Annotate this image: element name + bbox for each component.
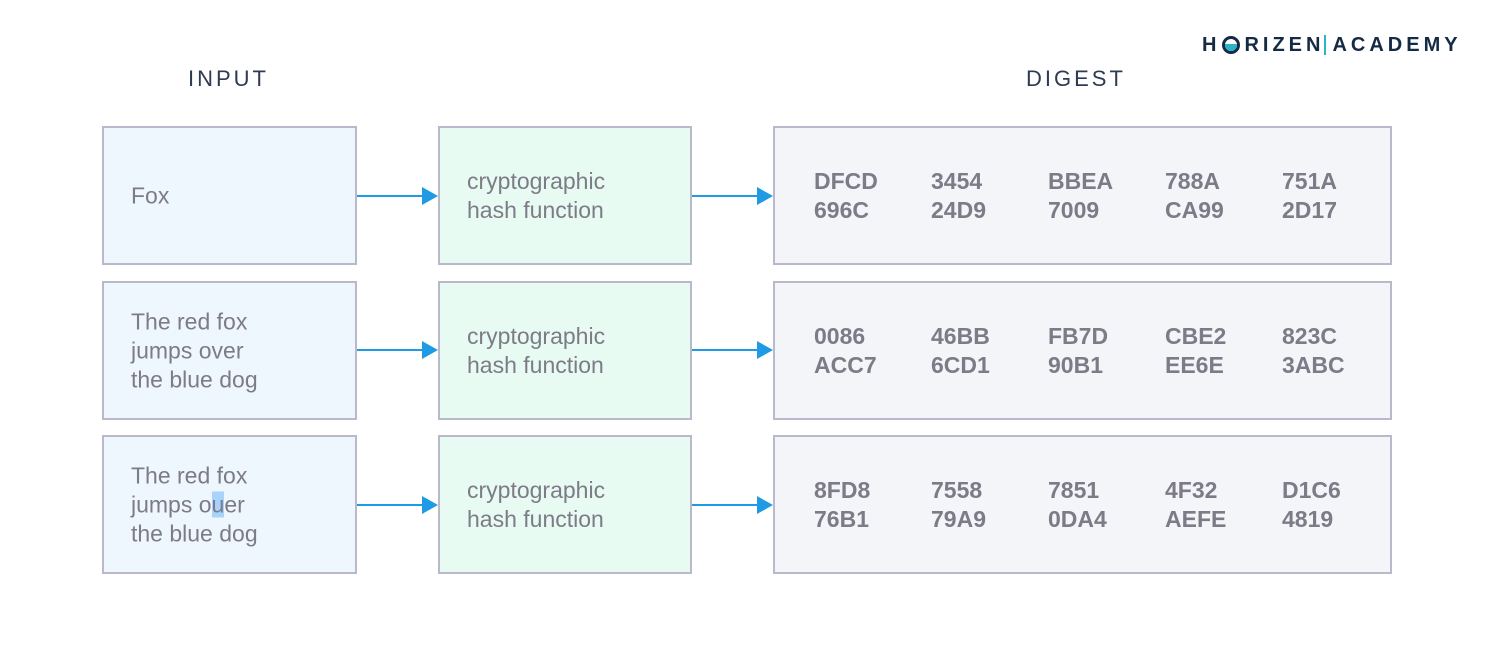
digest-group: BBEA 7009 (1048, 167, 1114, 223)
arrow-icon (692, 187, 773, 205)
input-line: the blue dog (131, 366, 258, 392)
logo-academy: ACADEMY (1332, 33, 1462, 56)
logo-o-icon (1222, 36, 1241, 54)
function-line: cryptographic (467, 322, 606, 349)
logo-separator (1324, 35, 1327, 55)
function-line: cryptographic (467, 167, 606, 194)
function-text: cryptographic hash function (467, 322, 605, 380)
digest-group: 46BB 6CD1 (931, 322, 990, 378)
digest-group: 788A CA99 (1165, 167, 1224, 223)
digest-box: DFCD 696C 3454 24D9 BBEA 7009 788A CA99 751A… (773, 126, 1392, 265)
input-box: The red fox jumps over the blue dog (102, 281, 357, 420)
horizen-academy-logo: H RIZEN ACADEMY (1202, 33, 1462, 57)
digest-group: DFCD 696C (814, 167, 878, 223)
digest-group: D1C6 4819 (1282, 476, 1341, 532)
function-line: hash function (467, 351, 604, 378)
function-text: cryptographic hash function (467, 476, 605, 534)
input-line: the blue dog (131, 520, 258, 546)
function-text: cryptographic hash function (467, 167, 605, 225)
digest-group: 8FD8 76B1 (814, 476, 871, 532)
digest-group: 7851 0DA4 (1048, 476, 1107, 532)
input-line: The red fox (131, 308, 248, 334)
arrow-icon (692, 496, 773, 514)
function-line: hash function (467, 505, 604, 532)
function-line: hash function (467, 196, 604, 223)
input-text: The red fox jumps ouer the blue dog (131, 461, 258, 548)
digest-group: 751A 2D17 (1282, 167, 1337, 223)
digest-group: 823C 3ABC (1282, 322, 1345, 378)
input-line: Fox (131, 182, 170, 208)
hash-function-box: cryptographic hash function (438, 126, 692, 265)
digest-group: 7558 79A9 (931, 476, 986, 532)
logo-rizen: RIZEN (1244, 33, 1325, 56)
digest-group: 4F32 AEFE (1165, 476, 1227, 532)
arrow-icon (357, 496, 438, 514)
hash-function-box: cryptographic hash function (438, 435, 692, 574)
input-text: Fox (131, 181, 169, 210)
input-box: Fox (102, 126, 357, 265)
input-box: The red fox jumps ouer the blue dog (102, 435, 357, 574)
input-header: INPUT (188, 66, 269, 91)
digest-header: DIGEST (1026, 66, 1126, 91)
digest-group: FB7D 90B1 (1048, 322, 1109, 378)
logo-h: H (1202, 33, 1221, 56)
hash-function-box: cryptographic hash function (438, 281, 692, 420)
arrow-icon (357, 341, 438, 359)
input-line: The red fox (131, 462, 248, 488)
input-line-highlighted: jumps ouer (131, 491, 245, 517)
arrow-icon (692, 341, 773, 359)
digest-group: CBE2 EE6E (1165, 322, 1227, 378)
input-line: jumps over (131, 337, 244, 363)
digest-group: 3454 24D9 (931, 167, 986, 223)
function-line: cryptographic (467, 476, 606, 503)
digest-box: 8FD8 76B1 7558 79A9 7851 0DA4 4F32 AEFE D1C6… (773, 435, 1392, 574)
changed-character-highlight: u (211, 491, 225, 517)
digest-group: 0086 ACC7 (814, 322, 877, 378)
input-text: The red fox jumps over the blue dog (131, 307, 258, 394)
arrow-icon (357, 187, 438, 205)
digest-box: 0086 ACC7 46BB 6CD1 FB7D 90B1 CBE2 EE6E 823C… (773, 281, 1392, 420)
